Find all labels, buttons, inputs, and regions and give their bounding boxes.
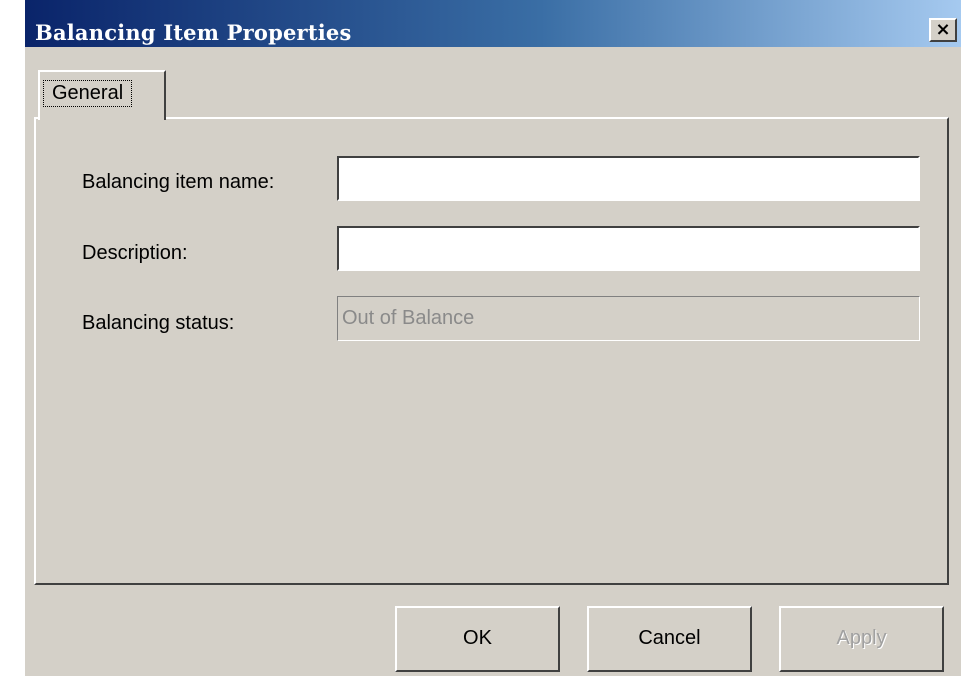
description-label: Description: bbox=[82, 242, 188, 264]
title-bar[interactable]: Balancing Item Properties × bbox=[25, 0, 961, 47]
dialog-title: Balancing Item Properties bbox=[35, 20, 352, 45]
close-icon: × bbox=[935, 19, 951, 40]
balancing-status-field: Out of Balance bbox=[337, 296, 920, 341]
tab-general[interactable]: General bbox=[38, 70, 166, 120]
balancing-item-name-label: Balancing item name: bbox=[82, 171, 275, 193]
ok-button[interactable]: OK bbox=[395, 606, 560, 672]
balancing-item-name-input[interactable] bbox=[337, 156, 920, 201]
close-button[interactable]: × bbox=[929, 18, 957, 42]
description-input[interactable] bbox=[337, 226, 920, 271]
balancing-status-label: Balancing status: bbox=[82, 312, 235, 334]
apply-button: Apply bbox=[779, 606, 944, 672]
cancel-button[interactable]: Cancel bbox=[587, 606, 752, 672]
dialog-window: Balancing Item Properties × General Bala… bbox=[23, 0, 961, 676]
tab-panel-general: Balancing item name: Description: Balanc… bbox=[34, 117, 949, 585]
tab-general-label: General bbox=[42, 80, 133, 107]
